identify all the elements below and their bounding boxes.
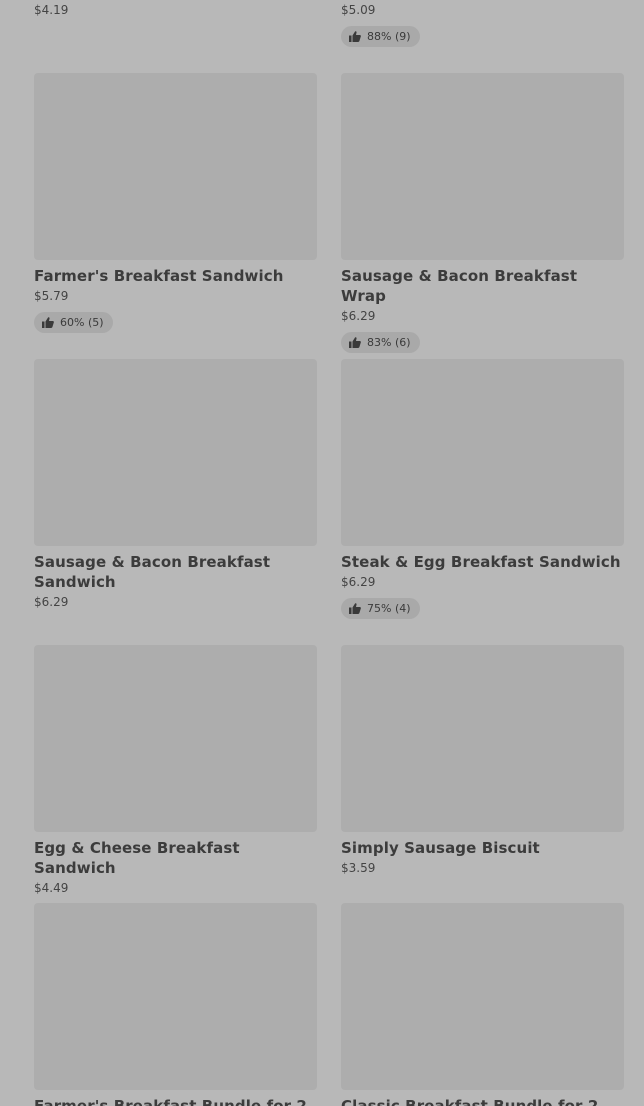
thumbs-up-icon [42,317,54,328]
item-image [341,73,624,260]
menu-item-card[interactable]: Farmer's Breakfast Sandwich $5.79 60% (5… [34,73,317,333]
item-price: $6.29 [341,309,376,323]
menu-item-card[interactable]: Classic Breakfast Bundle for 2 [341,903,624,1106]
menu-item-card[interactable]: Sausage & Bacon Breakfast Wrap $6.29 83%… [341,73,624,353]
item-image [34,645,317,832]
item-name: Farmer's Breakfast Sandwich [34,267,284,285]
menu-item-card[interactable]: Steak & Egg Breakfast Sandwich $6.29 75%… [341,359,624,619]
rating-badge: 88% (9) [341,26,420,47]
menu-item-card[interactable]: Farmer's Breakfast Bundle for 2 [34,903,317,1106]
item-price: $3.59 [341,861,376,875]
item-price: $4.49 [34,881,69,895]
rating-text: 75% (4) [367,602,411,615]
rating-text: 83% (6) [367,336,411,349]
item-image [341,645,624,832]
item-image [341,359,624,546]
item-image [34,359,317,546]
item-price: $5.79 [34,289,69,303]
item-image [341,903,624,1090]
item-name: Classic Breakfast Bundle for 2 [341,1097,599,1106]
item-price: $6.29 [34,595,69,609]
item-price: $6.29 [341,575,376,589]
item-image [34,903,317,1090]
item-name: Egg & Cheese Breakfast Sandwich [34,839,240,877]
item-image [34,73,317,260]
item-price: $5.09 [341,3,376,17]
item-name: Sausage & Bacon Breakfast Sandwich [34,553,271,591]
menu-item-card[interactable]: Sausage & Bacon Breakfast Sandwich $6.29 [34,359,317,611]
rating-badge: 83% (6) [341,332,420,353]
menu-item-card[interactable]: Simply Sausage Biscuit $3.59 [341,645,624,877]
item-name: Farmer's Breakfast Bundle for 2 [34,1097,307,1106]
menu-item-card[interactable]: Egg & Cheese Breakfast Sandwich $4.49 [34,645,317,897]
item-name: Sausage & Bacon Breakfast Wrap [341,267,578,305]
thumbs-up-icon [349,337,361,348]
item-name: Steak & Egg Breakfast Sandwich [341,553,621,571]
item-price: $4.19 [34,3,69,17]
rating-text: 60% (5) [60,316,104,329]
item-name: Simply Sausage Biscuit [341,839,540,857]
rating-text: 88% (9) [367,30,411,43]
rating-badge: 60% (5) [34,312,113,333]
thumbs-up-icon [349,31,361,42]
thumbs-up-icon [349,603,361,614]
menu-item-grid: $4.19 $5.09 88% (9) Farmer's Breakfast S… [0,0,644,1106]
rating-badge: 75% (4) [341,598,420,619]
